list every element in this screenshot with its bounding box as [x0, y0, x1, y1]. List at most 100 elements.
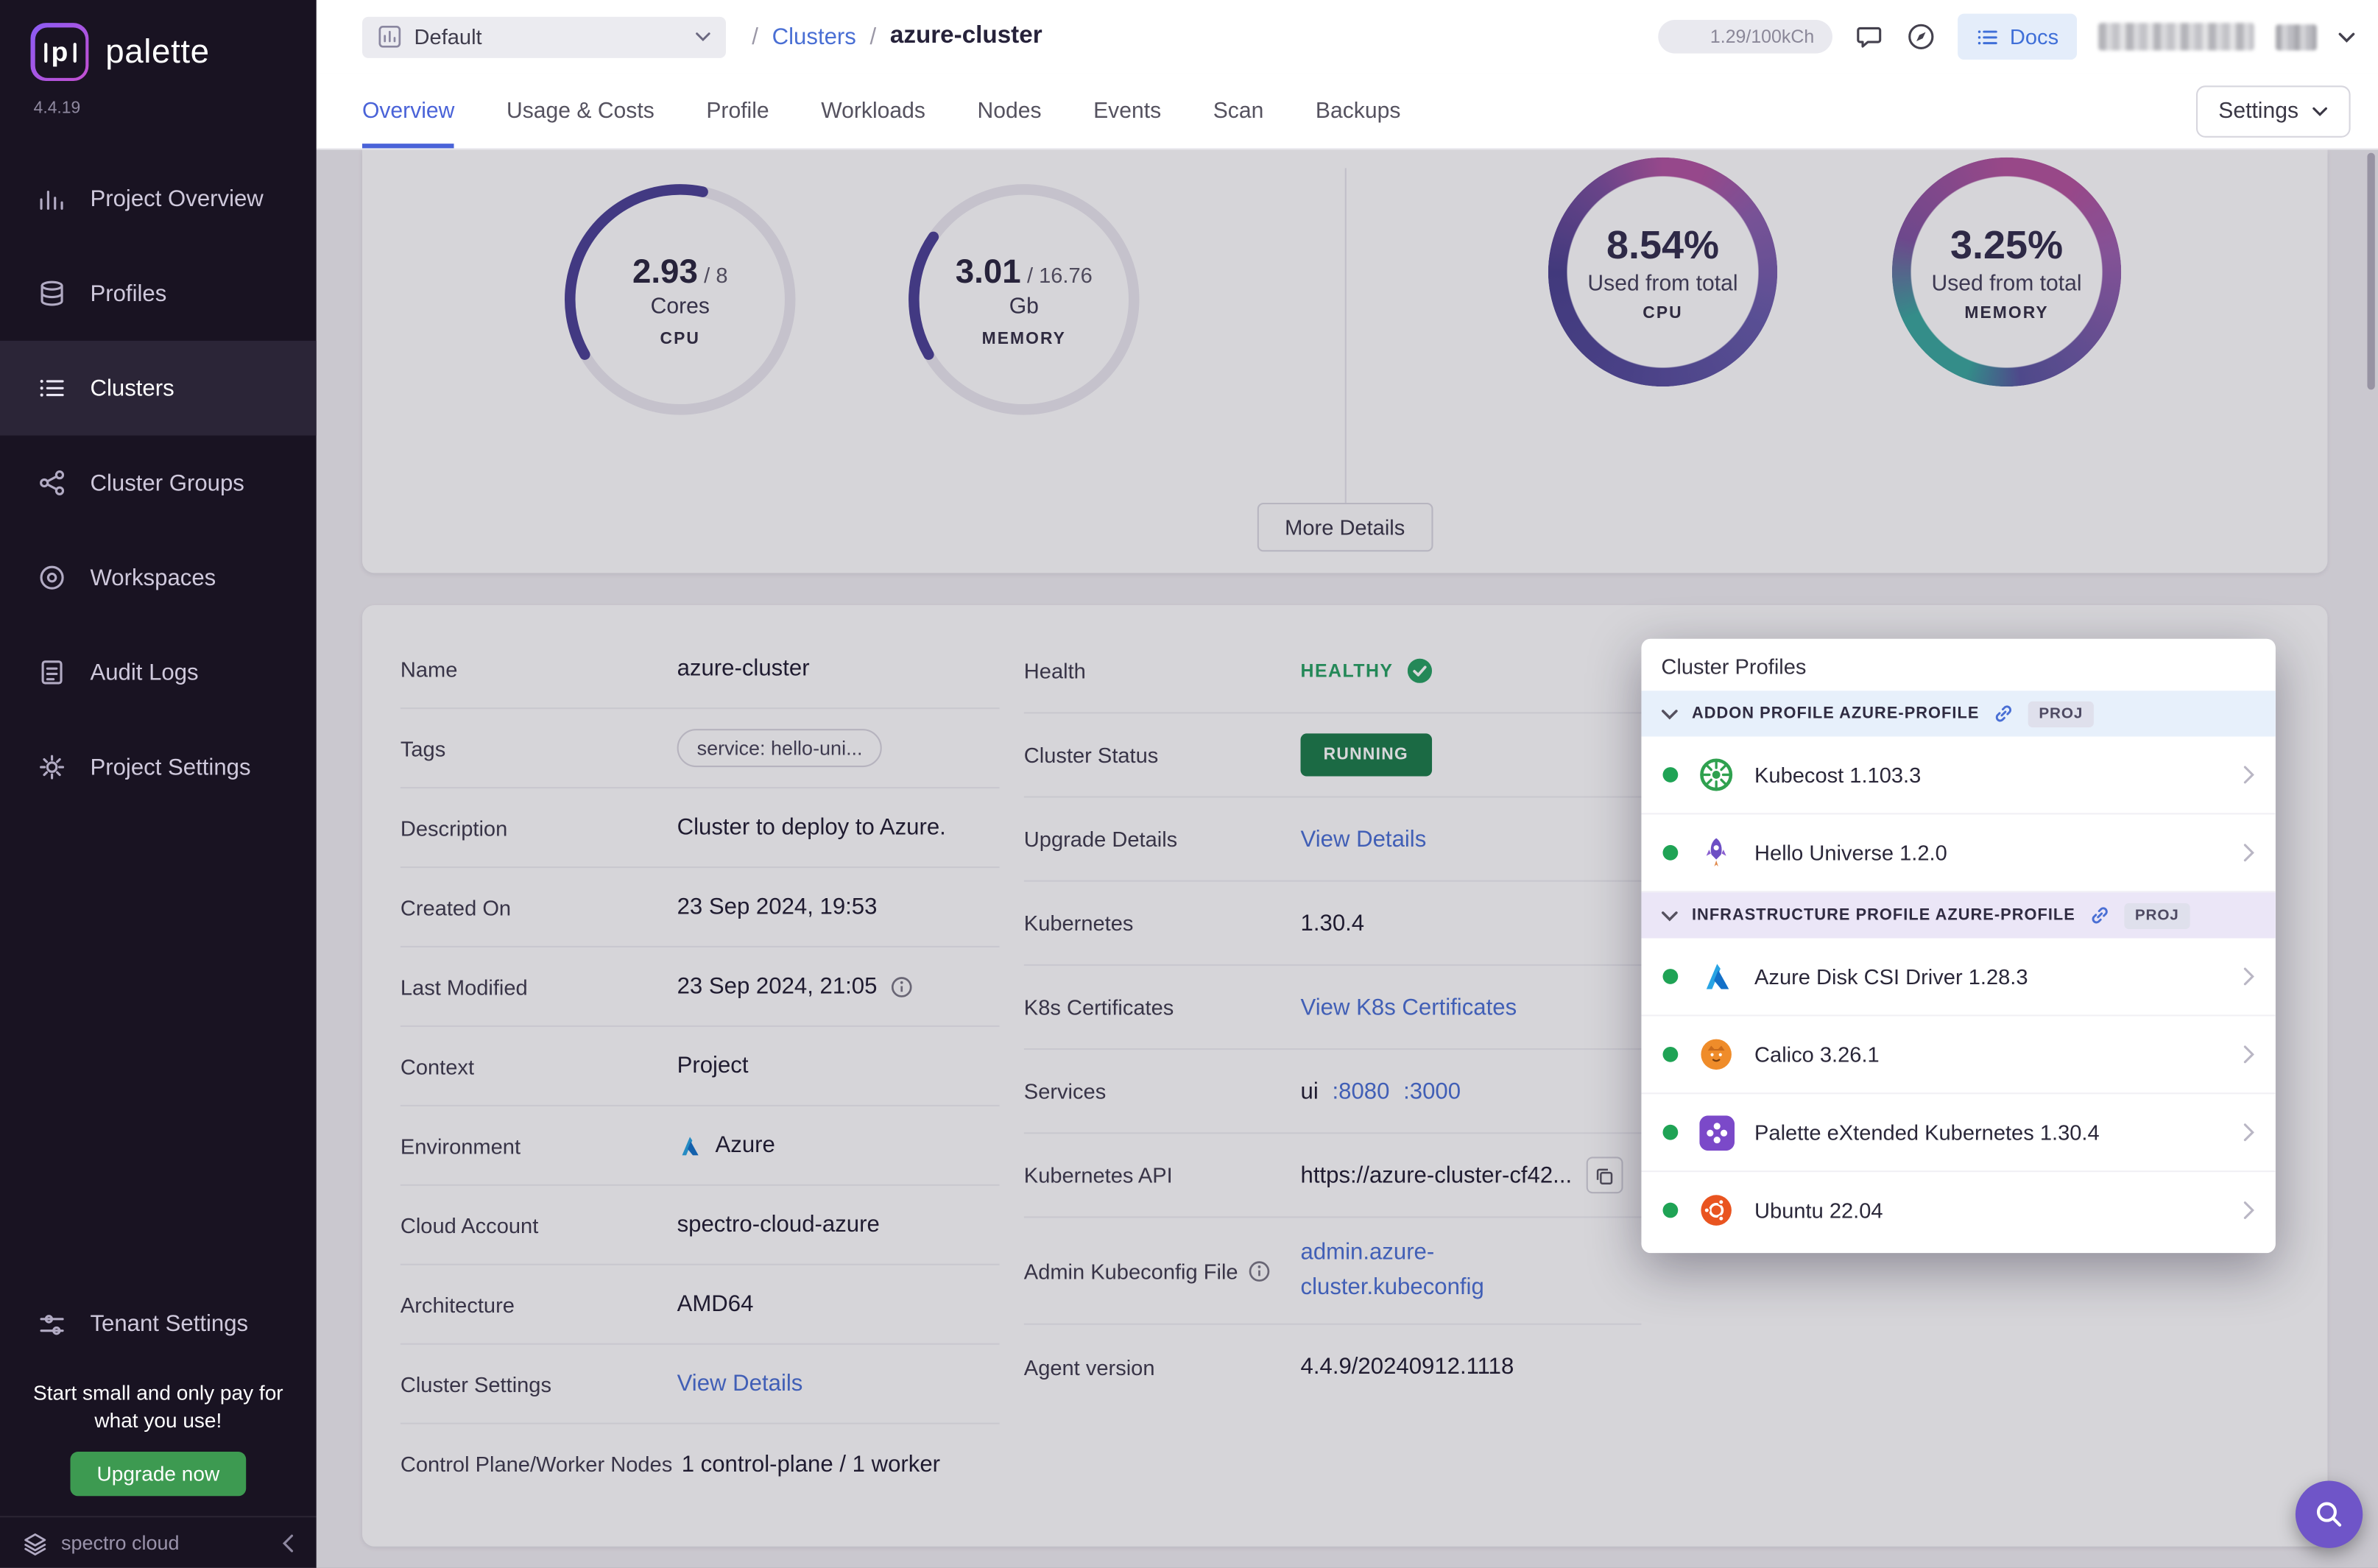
search-fab-button[interactable]: [2296, 1480, 2363, 1547]
kubernetes-api-url: https://azure-cluster-cf42...: [1301, 1162, 1573, 1188]
chevron-right-icon: [2243, 967, 2254, 986]
upgrade-view-details-link[interactable]: View Details: [1301, 826, 1427, 852]
detail-row-agent-version: Agent version 4.4.9/20240912.1118: [1024, 1325, 1642, 1409]
sidebar-item-project-settings[interactable]: Project Settings: [0, 720, 317, 815]
project-selector[interactable]: Default: [362, 16, 726, 57]
azure-icon: [1696, 956, 1736, 996]
calico-icon: [1696, 1034, 1736, 1074]
chevron-down-icon: [1661, 910, 1678, 921]
memory-gauge-total: / 16.76: [1027, 262, 1093, 286]
detail-row-admin-kubeconfig: Admin Kubeconfig File admin.azure-cluste…: [1024, 1218, 1642, 1324]
detail-row-context: Context Project: [401, 1027, 1000, 1106]
chevron-down-icon: [2312, 107, 2328, 116]
user-name-redacted[interactable]: [2098, 23, 2254, 50]
collapse-sidebar-icon[interactable]: [283, 1533, 295, 1552]
view-k8s-certificates-link[interactable]: View K8s Certificates: [1301, 994, 1517, 1020]
detail-row-kubernetes-api: Kubernetes API https://azure-cluster-cf4…: [1024, 1134, 1642, 1218]
usage-meter: 1.29/100kCh: [1658, 20, 1832, 54]
tab-usage-costs[interactable]: Usage & Costs: [507, 74, 655, 149]
chat-icon[interactable]: [1854, 21, 1885, 52]
tabbar: Overview Usage & Costs Profile Workloads…: [317, 74, 2378, 150]
detail-row-kubernetes: Kubernetes 1.30.4: [1024, 882, 1642, 966]
service-port-8080-link[interactable]: :8080: [1332, 1078, 1389, 1103]
docs-icon: [1976, 25, 1999, 48]
chart-mini-icon: [378, 24, 402, 49]
link-icon[interactable]: [1993, 703, 2014, 724]
docs-button[interactable]: Docs: [1958, 14, 2077, 60]
chevron-down-icon: [696, 32, 711, 41]
memory-gauge-value: 3.01: [956, 251, 1021, 291]
search-icon: [2314, 1499, 2345, 1530]
view-details-link[interactable]: View Details: [677, 1371, 803, 1396]
palette-flower-icon: [1696, 1112, 1736, 1152]
info-icon[interactable]: [891, 975, 912, 997]
check-circle-icon: [1407, 659, 1431, 683]
logo-letter: p: [52, 36, 68, 68]
addon-profile-section-header[interactable]: ADDON PROFILE AZURE-PROFILE PROJ: [1641, 691, 2275, 736]
sidebar-item-clusters[interactable]: Clusters: [0, 341, 317, 436]
status-dot-green: [1663, 767, 1679, 783]
tab-workloads[interactable]: Workloads: [821, 74, 925, 149]
detail-row-created-on: Created On 23 Sep 2024, 19:53: [401, 868, 1000, 947]
profile-item-hello-universe[interactable]: Hello Universe 1.2.0: [1641, 814, 2275, 892]
info-icon[interactable]: [1249, 1260, 1270, 1282]
service-port-3000-link[interactable]: :3000: [1403, 1078, 1461, 1103]
profile-item-azure-disk-csi[interactable]: Azure Disk CSI Driver 1.28.3: [1641, 939, 2275, 1017]
copy-icon[interactable]: [1586, 1156, 1623, 1193]
profile-item-ubuntu[interactable]: Ubuntu 22.04: [1641, 1172, 2275, 1249]
palette-logo-icon: p: [31, 23, 89, 81]
user-menu-chevron-icon[interactable]: [2338, 32, 2355, 43]
profile-item-kubecost[interactable]: Kubecost 1.103.3: [1641, 737, 2275, 815]
breadcrumb-current: azure-cluster: [890, 23, 1042, 50]
detail-row-nodes: Control Plane/Worker Nodes 1 control-pla…: [401, 1424, 1000, 1504]
sidebar-item-tenant-settings[interactable]: Tenant Settings: [0, 1285, 317, 1364]
tab-nodes[interactable]: Nodes: [977, 74, 1041, 149]
infrastructure-profile-name: INFRASTRUCTURE PROFILE AZURE-PROFILE: [1692, 906, 2075, 925]
cpu-usage-donut: 8.54% Used from total CPU: [1548, 158, 1777, 386]
sidebar-item-profiles[interactable]: Profiles: [0, 246, 317, 341]
more-details-button[interactable]: More Details: [1257, 503, 1433, 551]
sidebar-item-label: Profiles: [90, 280, 166, 306]
breadcrumb-clusters-link[interactable]: Clusters: [772, 24, 856, 49]
app-version: 4.4.19: [0, 81, 317, 118]
sidebar-item-label: Workspaces: [90, 565, 216, 590]
compass-icon[interactable]: [1906, 21, 1937, 52]
service-name: ui: [1301, 1078, 1319, 1103]
chevron-right-icon: [2243, 1045, 2254, 1064]
tab-backups[interactable]: Backups: [1316, 74, 1400, 149]
settings-button[interactable]: Settings: [2195, 85, 2351, 138]
sidebar-item-workspaces[interactable]: Workspaces: [0, 530, 317, 625]
layers-icon: [37, 278, 68, 309]
tag-chip: service: hello-uni...: [677, 729, 883, 767]
rocket-icon: [1696, 833, 1736, 872]
sidebar-menu: Project Overview Profiles Clusters Clust…: [0, 152, 317, 815]
list-icon: [37, 373, 68, 404]
kubeconfig-download-link[interactable]: admin.azure-cluster.kubeconfig: [1301, 1236, 1487, 1304]
tab-events[interactable]: Events: [1093, 74, 1161, 149]
tab-profile[interactable]: Profile: [706, 74, 769, 149]
profile-item-palette-extended-k8s[interactable]: Palette eXtended Kubernetes 1.30.4: [1641, 1094, 2275, 1172]
detail-row-k8s-certificates: K8s Certificates View K8s Certificates: [1024, 966, 1642, 1050]
cluster-tabs: Overview Usage & Costs Profile Workloads…: [362, 74, 1400, 149]
link-icon[interactable]: [2089, 905, 2111, 926]
vertical-scrollbar-thumb[interactable]: [2367, 153, 2374, 390]
infrastructure-profile-section-header[interactable]: INFRASTRUCTURE PROFILE AZURE-PROFILE PRO…: [1641, 892, 2275, 938]
sidebar-item-label: Project Overview: [90, 186, 263, 211]
sidebar-item-cluster-groups[interactable]: Cluster Groups: [0, 436, 317, 531]
memory-gauge: 3.01/ 16.76 Gb MEMORY: [905, 180, 1143, 419]
cluster-profiles-popup: Cluster Profiles ADDON PROFILE AZURE-PRO…: [1641, 639, 2275, 1253]
sidebar-item-label: Cluster Groups: [90, 470, 244, 495]
sliders-icon: [37, 1309, 68, 1340]
tab-scan[interactable]: Scan: [1213, 74, 1264, 149]
sidebar-item-audit-logs[interactable]: Audit Logs: [0, 625, 317, 720]
sidebar-item-project-overview[interactable]: Project Overview: [0, 152, 317, 247]
bar-chart-icon: [37, 183, 68, 214]
detail-row-cloud-account: Cloud Account spectro-cloud-azure: [401, 1186, 1000, 1265]
tab-overview[interactable]: Overview: [362, 74, 454, 149]
detail-row-cluster-status: Cluster Status RUNNING: [1024, 713, 1642, 797]
detail-row-architecture: Architecture AMD64: [401, 1265, 1000, 1345]
profile-item-calico[interactable]: Calico 3.26.1: [1641, 1016, 2275, 1094]
chevron-right-icon: [2243, 844, 2254, 862]
upgrade-now-button[interactable]: Upgrade now: [71, 1452, 245, 1496]
cpu-gauge-label: CPU: [660, 329, 699, 347]
